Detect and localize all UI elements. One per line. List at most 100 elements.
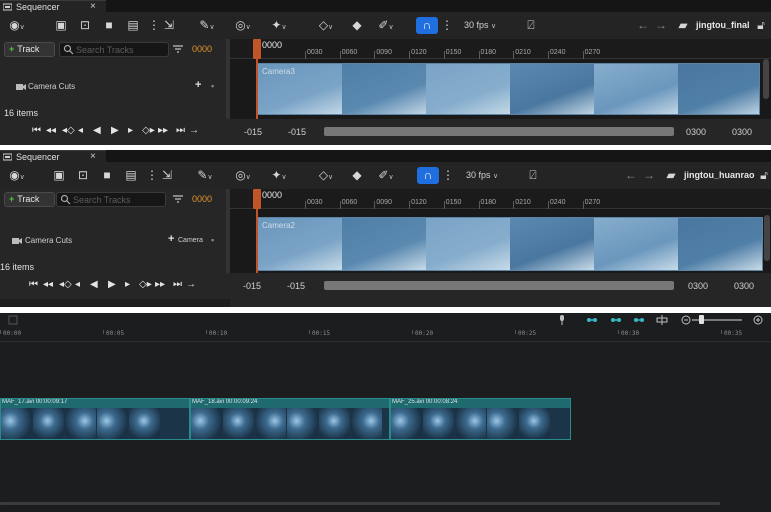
go-to-end-icon[interactable]: ⏭: [176, 124, 185, 138]
time-ruler[interactable]: 0000 0030 0060 0090 0120 0150 0180 0210 0240 027…: [230, 189, 771, 209]
play-reverse-icon[interactable]: ◀: [93, 124, 101, 138]
add-camera-icon[interactable]: +: [195, 79, 201, 91]
split-icon[interactable]: [656, 315, 668, 325]
filter-icon[interactable]: [172, 193, 184, 205]
prev-keyframe-icon[interactable]: ◂◇: [59, 278, 72, 292]
back-arrow-icon[interactable]: ←: [624, 168, 638, 183]
add-camera-label[interactable]: Camera: [178, 235, 203, 247]
range-end-inner[interactable]: 0300: [686, 125, 706, 139]
paint-icon[interactable]: ✐∨: [374, 168, 398, 183]
step-back-icon[interactable]: ◂: [75, 278, 80, 292]
go-to-end-icon[interactable]: ⏭: [173, 278, 182, 292]
playhead[interactable]: [253, 189, 261, 209]
search-input[interactable]: [76, 43, 166, 56]
camera-shot-clip[interactable]: Camera2: [257, 217, 763, 271]
key-filled-icon[interactable]: ◆: [350, 168, 364, 183]
step-back-icon[interactable]: ◂: [78, 124, 83, 138]
go-to-start-icon[interactable]: ⏮: [29, 278, 38, 292]
fps-dropdown[interactable]: 30 fps ∨: [466, 168, 498, 184]
zoom-slider-knob[interactable]: [699, 315, 704, 324]
auto-key-icon[interactable]: ✦∨: [266, 168, 292, 183]
folder-icon[interactable]: ▰: [676, 18, 690, 33]
curve-editor-icon[interactable]: ⍁: [523, 18, 539, 33]
render-movie-icon[interactable]: ▤: [124, 168, 138, 183]
microphone-icon[interactable]: [556, 315, 568, 325]
range-slider-thumb[interactable]: [324, 281, 674, 290]
vertical-scrollbar[interactable]: [764, 215, 770, 261]
snap-magnet-icon[interactable]: ∩: [416, 17, 438, 34]
snap-options-icon[interactable]: ⋮: [442, 168, 454, 183]
lock-icon[interactable]: 🔓︎: [755, 18, 767, 33]
play-reverse-icon[interactable]: ◀: [90, 278, 98, 292]
range-slider-thumb[interactable]: [324, 127, 674, 136]
transform-icon[interactable]: ⇲: [160, 168, 174, 183]
tab-sequencer[interactable]: Sequencer ×: [0, 0, 106, 12]
loop-icon[interactable]: →: [186, 278, 196, 292]
key-diamond-icon[interactable]: ◇∨: [314, 18, 338, 33]
range-end-outer[interactable]: 0300: [732, 125, 752, 139]
track-row-camera-cuts[interactable]: Camera Cuts + ▪: [0, 65, 226, 107]
wrench-icon[interactable]: ✎∨: [196, 18, 218, 33]
range-start-outer[interactable]: -015: [244, 125, 262, 139]
link-icon[interactable]: [586, 315, 598, 325]
camera-options-icon[interactable]: ▪: [211, 235, 214, 245]
sequence-name[interactable]: jingtou_huanrao: [684, 168, 755, 183]
timeline-area[interactable]: 0000 0030 0060 0090 0120 0150 0180 0210 0240 027…: [230, 189, 771, 273]
back-arrow-icon[interactable]: ←: [636, 18, 650, 33]
prev-key-icon[interactable]: ◂◂: [46, 124, 56, 138]
add-track-button[interactable]: + Track: [4, 42, 55, 57]
find-asset-icon[interactable]: ⊡: [76, 168, 90, 183]
search-input[interactable]: [73, 193, 163, 206]
select-icon[interactable]: [8, 315, 20, 325]
playhead[interactable]: [253, 39, 261, 59]
next-key-icon[interactable]: ▸▸: [155, 278, 165, 292]
range-start-outer[interactable]: -015: [243, 279, 261, 293]
find-asset-icon[interactable]: ⊡: [78, 18, 92, 33]
more-options-icon[interactable]: ⋮: [146, 168, 158, 183]
camera-shot-clip[interactable]: Camera3: [257, 63, 760, 115]
fps-dropdown[interactable]: 30 fps ∨: [464, 18, 496, 34]
step-forward-icon[interactable]: ▸: [125, 278, 130, 292]
eye-icon[interactable]: ◎∨: [230, 168, 256, 183]
camera-icon[interactable]: ■: [102, 18, 116, 33]
next-key-icon[interactable]: ▸▸: [158, 124, 168, 138]
save-icon[interactable]: ▣: [52, 168, 66, 183]
video-clip[interactable]: MAF_18.avi 00:00:09:24: [190, 398, 390, 440]
range-end-inner[interactable]: 0300: [688, 279, 708, 293]
render-movie-icon[interactable]: ▤: [126, 18, 140, 33]
transform-icon[interactable]: ⇲: [162, 18, 176, 33]
magnet-link-icon[interactable]: [610, 315, 622, 325]
timeline-area[interactable]: 0000 0030 0060 0090 0120 0150 0180 0210 0240 027…: [230, 39, 771, 119]
snap-options-icon[interactable]: ⋮: [441, 18, 453, 33]
range-end-outer[interactable]: 0300: [734, 279, 754, 293]
zoom-out-icon[interactable]: [680, 315, 692, 325]
next-keyframe-icon[interactable]: ◇▸: [139, 278, 152, 292]
zoom-in-icon[interactable]: [752, 315, 764, 325]
play-icon[interactable]: ▶: [108, 278, 116, 292]
filter-icon[interactable]: [172, 43, 184, 55]
go-to-start-icon[interactable]: ⏮: [32, 124, 41, 138]
paint-icon[interactable]: ✐∨: [374, 18, 398, 33]
range-slider[interactable]: [324, 127, 674, 136]
add-track-button[interactable]: + Track: [4, 192, 55, 207]
search-tracks[interactable]: [59, 42, 169, 57]
snap-magnet-icon[interactable]: ∩: [417, 167, 439, 184]
auto-key-icon[interactable]: ✦∨: [266, 18, 292, 33]
forward-arrow-icon[interactable]: →: [642, 168, 656, 183]
preview-axis-icon[interactable]: [633, 315, 645, 325]
search-tracks[interactable]: [56, 192, 166, 207]
add-camera-icon[interactable]: +: [168, 233, 174, 245]
vertical-scrollbar[interactable]: [763, 59, 769, 99]
tab-sequencer[interactable]: Sequencer ×: [0, 150, 106, 162]
current-time[interactable]: 0000: [192, 192, 212, 206]
wrench-icon[interactable]: ✎∨: [194, 168, 216, 183]
key-diamond-icon[interactable]: ◇∨: [314, 168, 338, 183]
range-start-inner[interactable]: -015: [288, 125, 306, 139]
forward-arrow-icon[interactable]: →: [654, 18, 668, 33]
current-time[interactable]: 0000: [192, 42, 212, 56]
camera-icon[interactable]: ■: [100, 168, 114, 183]
track-row-camera-cuts[interactable]: Camera Cuts + Camera ▪: [0, 219, 226, 261]
video-clip[interactable]: MAF_17.avi 00:00:09:17: [0, 398, 190, 440]
step-forward-icon[interactable]: ▸: [128, 124, 133, 138]
curve-editor-icon[interactable]: ⍁: [525, 168, 541, 183]
